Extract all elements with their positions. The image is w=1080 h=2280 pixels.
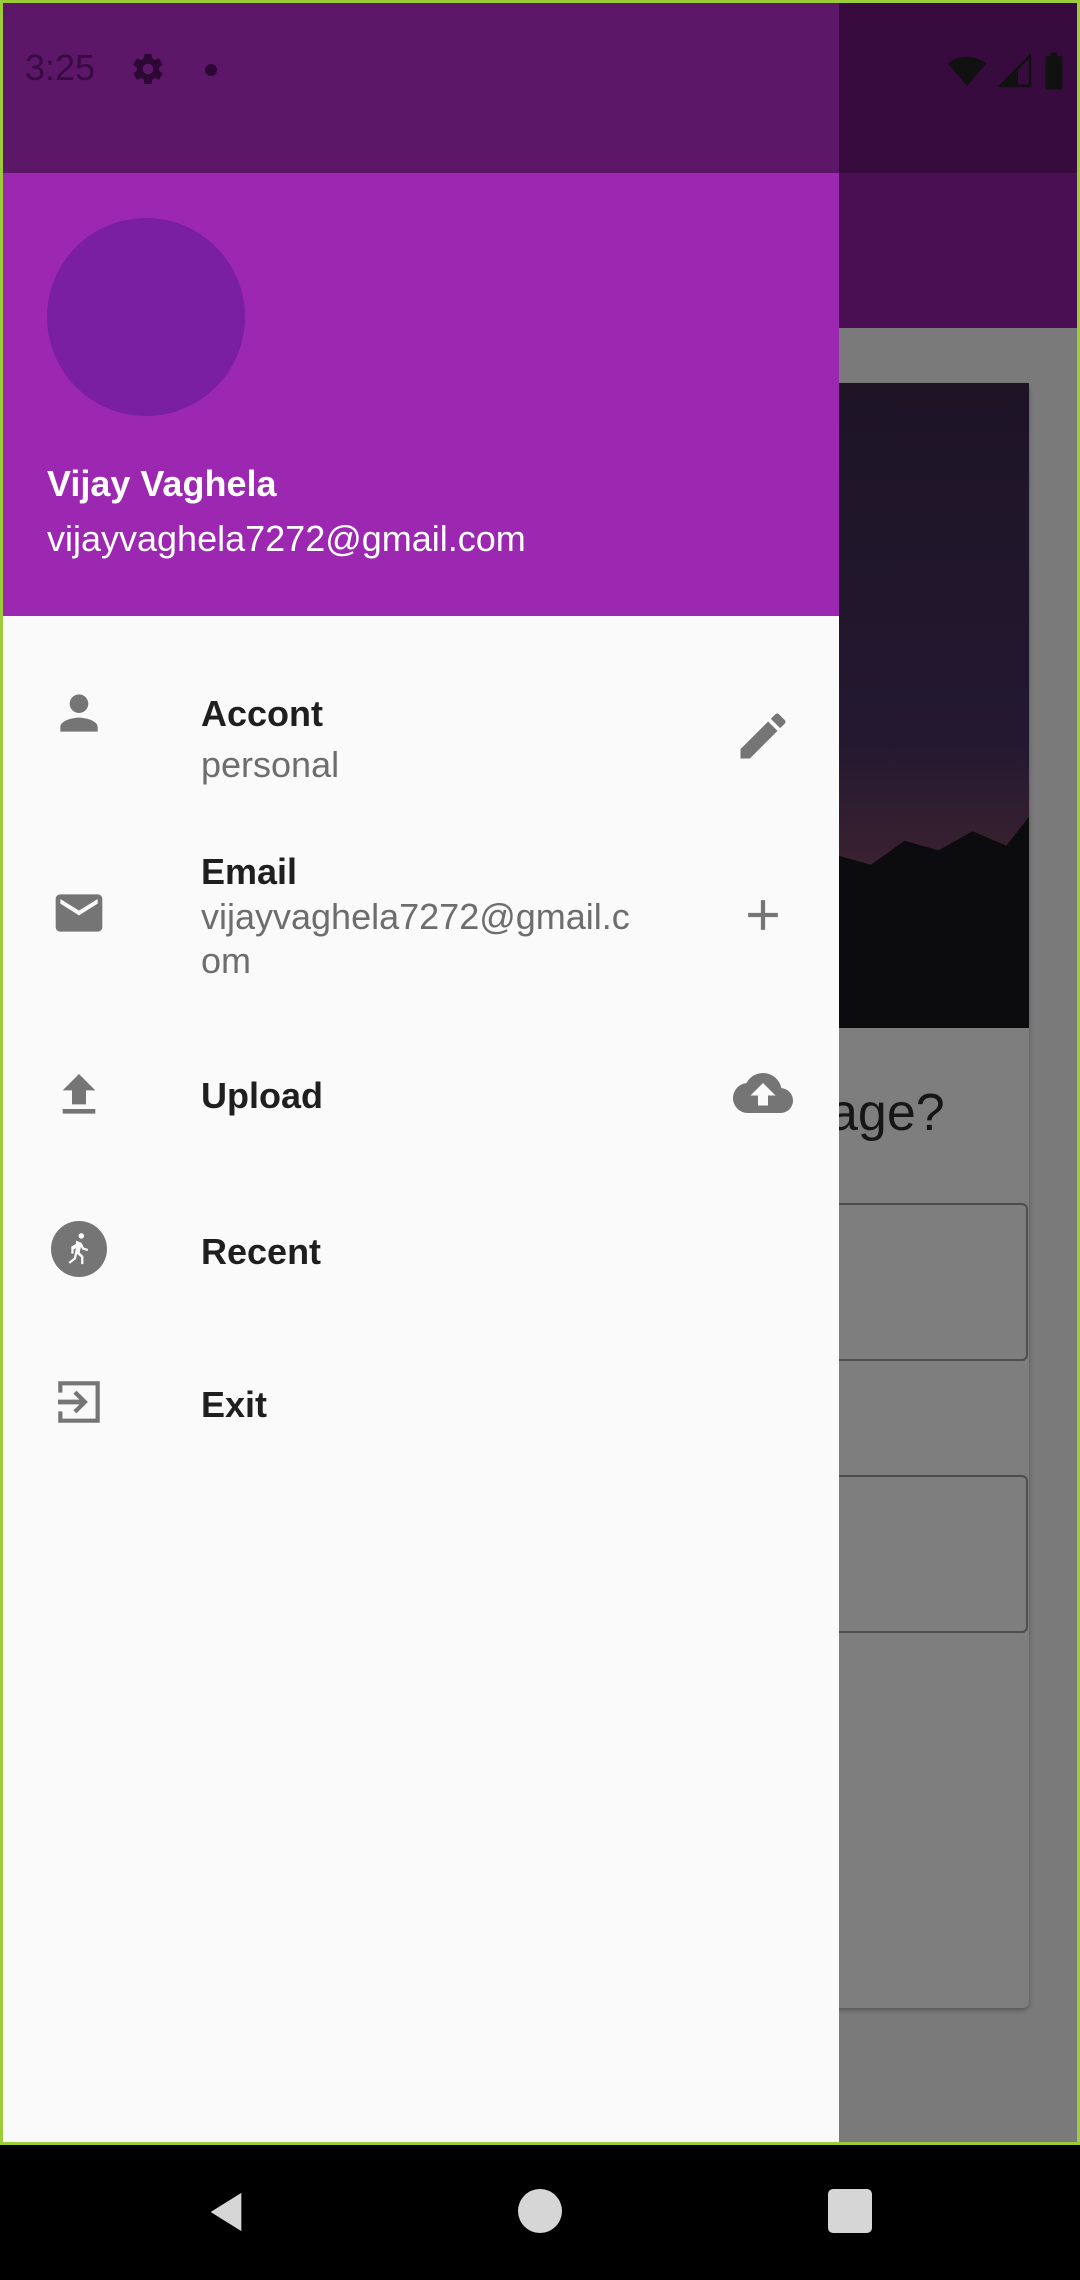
battery-icon <box>1045 52 1063 90</box>
settings-gear-icon <box>133 53 163 85</box>
user-email: vijayvaghela7272@gmail.com <box>47 518 526 559</box>
background-input-field-1 <box>818 1203 1028 1361</box>
user-name: Vijay Vaghela <box>47 463 277 504</box>
avatar[interactable] <box>47 218 245 416</box>
drawer-item-account[interactable]: Accont personal <box>3 653 839 803</box>
drawer-item-email[interactable]: Email vijayvaghela7272@gmail.com <box>3 833 839 1003</box>
exit-icon <box>58 1381 100 1423</box>
drawer-item-recent[interactable]: Recent <box>3 1193 839 1343</box>
cloud-upload-icon[interactable] <box>725 1063 801 1123</box>
notification-dot-icon <box>205 64 217 76</box>
directions-run-icon <box>51 1221 107 1277</box>
edit-pencil-icon[interactable] <box>725 706 801 766</box>
home-circle-icon[interactable] <box>518 2189 562 2233</box>
add-plus-icon[interactable] <box>725 885 801 945</box>
upload-icon <box>62 1074 96 1114</box>
drawer-item-upload[interactable]: Upload <box>3 1033 839 1183</box>
drawer-item-title: Email <box>201 851 298 892</box>
background-question-text: age? <box>829 1084 945 1142</box>
signal-icon <box>997 53 1032 88</box>
drawer-item-title: Exit <box>201 1384 268 1425</box>
drawer-item-subtitle: vijayvaghela7272@gmail.com <box>201 896 630 981</box>
drawer-item-title: Accont <box>201 693 324 734</box>
back-triangle-icon[interactable] <box>203 2189 249 2235</box>
drawer-item-title: Upload <box>201 1075 323 1116</box>
recents-square-icon[interactable] <box>828 2189 872 2233</box>
person-icon <box>60 694 98 732</box>
drawer-item-title: Recent <box>201 1231 322 1272</box>
background-input-field-2 <box>818 1475 1028 1633</box>
screen: age? Vijay Vaghela vijayvaghela7272@gmai… <box>0 0 1080 2145</box>
wifi-icon <box>947 56 987 86</box>
system-navigation-bar <box>0 2145 1080 2280</box>
mail-icon <box>55 894 103 932</box>
drawer-item-exit[interactable]: Exit <box>3 1348 839 1498</box>
status-icons <box>947 51 1065 91</box>
drawer-item-subtitle: personal <box>201 744 340 785</box>
navigation-drawer: Vijay Vaghela vijayvaghela7272@gmail.com… <box>3 3 839 2142</box>
status-time: 3:25 <box>25 47 96 88</box>
status-bar: 3:25 <box>3 3 1077 173</box>
